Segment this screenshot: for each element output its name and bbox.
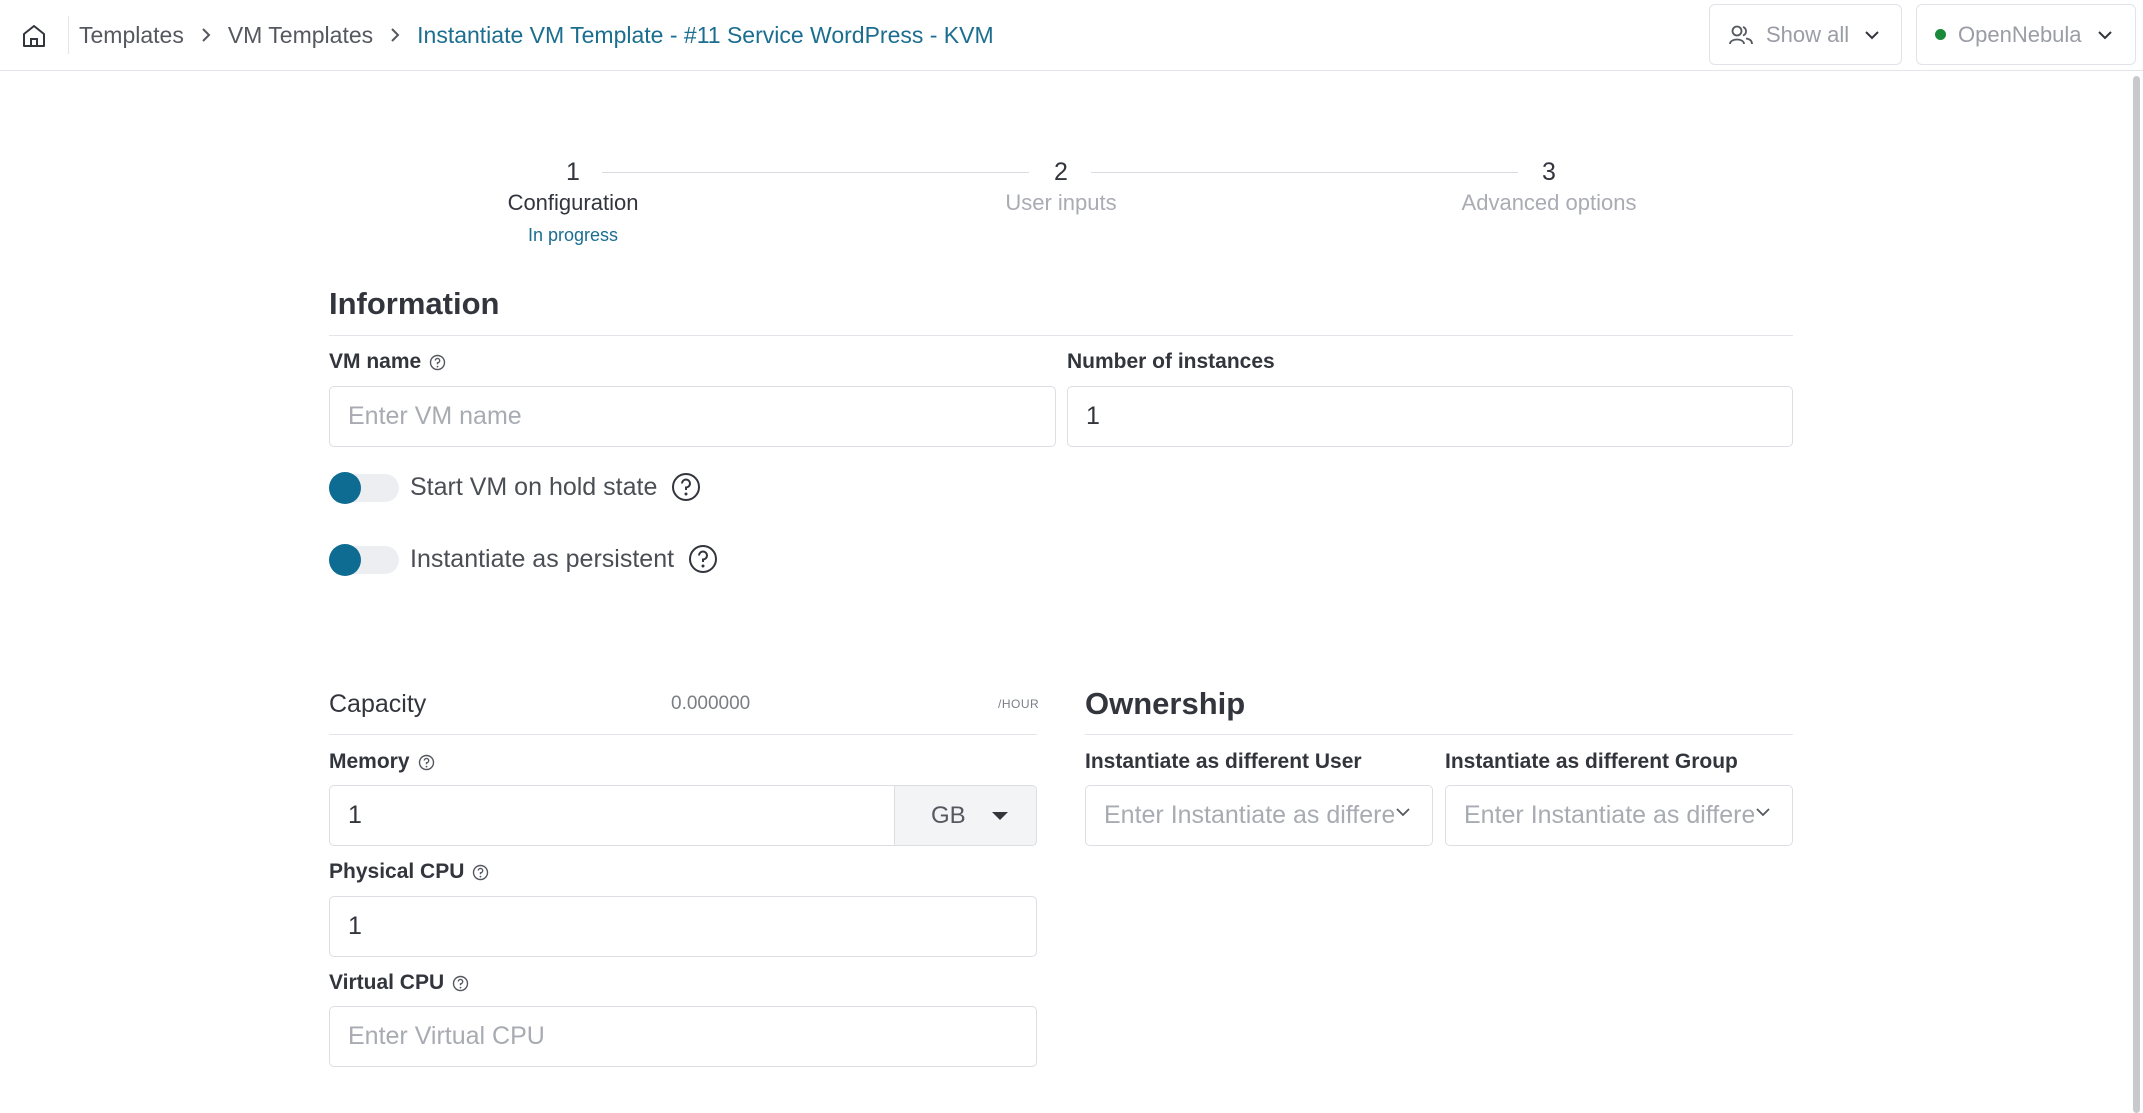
zone-status-dot	[1935, 29, 1946, 40]
chevron-down-icon	[1754, 806, 1772, 818]
step-title: Advanced options	[1461, 190, 1637, 215]
physical-cpu-label: Physical CPU	[329, 860, 489, 884]
top-bar: Templates VM Templates Instantiate VM Te…	[0, 0, 2143, 71]
instances-input[interactable]	[1067, 386, 1793, 447]
hold-state-text: Start VM on hold state	[410, 472, 658, 501]
breadcrumb-vm-templates[interactable]: VM Templates	[228, 22, 373, 49]
information-heading: Information	[329, 286, 500, 321]
memory-unit-value: GB	[931, 801, 966, 829]
physical-cpu-input[interactable]	[329, 896, 1037, 957]
show-all-filter-button[interactable]: Show all	[1709, 4, 1902, 65]
step-title: User inputs	[1005, 190, 1117, 215]
different-group-label: Instantiate as different Group	[1445, 750, 1738, 773]
step-advanced-options[interactable]: 3 Advanced options	[1399, 150, 1699, 216]
hold-state-label: Start VM on hold state	[410, 472, 701, 502]
different-user-label: Instantiate as different User	[1085, 750, 1362, 773]
different-user-placeholder: Enter Instantiate as different User	[1104, 801, 1394, 829]
persistent-text: Instantiate as persistent	[410, 544, 675, 573]
hold-state-toggle[interactable]	[329, 470, 399, 506]
show-all-label: Show all	[1766, 21, 1850, 47]
help-icon[interactable]	[418, 754, 435, 771]
chevron-down-icon	[1863, 29, 1881, 41]
vm-name-label: VM name	[329, 350, 446, 374]
chevron-down-icon	[1394, 806, 1412, 818]
different-group-placeholder: Enter Instantiate as different Group	[1464, 801, 1754, 829]
breadcrumb-templates[interactable]: Templates	[79, 22, 184, 49]
divider	[329, 335, 1793, 336]
chevron-right-icon	[200, 26, 212, 44]
instances-label: Number of instances	[1067, 350, 1275, 373]
ownership-heading: Ownership	[1085, 686, 1246, 721]
zone-label: OpenNebula	[1958, 21, 2082, 47]
zone-selector-button[interactable]: OpenNebula	[1916, 4, 2136, 65]
stepper: 1 Configuration In progress 2 User input…	[329, 150, 1793, 260]
memory-unit-select[interactable]: GB	[895, 785, 1037, 846]
chevron-down-icon	[2096, 29, 2114, 41]
step-number: 1	[566, 158, 580, 186]
step-user-inputs[interactable]: 2 User inputs	[911, 150, 1211, 216]
different-user-select[interactable]: Enter Instantiate as different User	[1085, 785, 1433, 846]
vm-name-label-text: VM name	[329, 350, 422, 373]
capacity-heading: Capacity	[329, 690, 427, 718]
breadcrumb: Templates VM Templates Instantiate VM Te…	[79, 0, 994, 70]
caret-down-icon	[991, 811, 1008, 820]
help-icon[interactable]	[688, 544, 718, 574]
chevron-right-icon	[389, 26, 401, 44]
vm-name-input[interactable]	[329, 386, 1056, 447]
step-number: 3	[1542, 158, 1556, 186]
virtual-cpu-label-text: Virtual CPU	[329, 971, 445, 994]
memory-input[interactable]	[329, 785, 895, 846]
virtual-cpu-label: Virtual CPU	[329, 971, 469, 995]
capacity-cost-unit: /HOUR	[998, 697, 1040, 711]
scrollbar[interactable]	[2133, 76, 2140, 1113]
help-icon[interactable]	[452, 975, 469, 992]
capacity-cost: 0.000000	[671, 693, 751, 714]
breadcrumb-current: Instantiate VM Template - #11 Service Wo…	[417, 21, 994, 48]
help-icon[interactable]	[429, 354, 446, 371]
divider	[68, 16, 69, 54]
divider	[329, 734, 1037, 735]
step-number: 2	[1054, 158, 1068, 186]
help-icon[interactable]	[671, 472, 701, 502]
memory-label-text: Memory	[329, 750, 410, 773]
step-title: Configuration	[507, 190, 639, 215]
step-configuration[interactable]: 1 Configuration In progress	[423, 150, 723, 246]
memory-label: Memory	[329, 750, 435, 774]
persistent-toggle[interactable]	[329, 542, 399, 578]
different-group-select[interactable]: Enter Instantiate as different Group	[1445, 785, 1793, 846]
divider	[1085, 734, 1793, 735]
toggle-knob	[329, 544, 361, 576]
virtual-cpu-input[interactable]	[329, 1006, 1037, 1067]
users-icon	[1728, 23, 1754, 47]
help-icon[interactable]	[472, 864, 489, 881]
persistent-label: Instantiate as persistent	[410, 544, 718, 574]
physical-cpu-label-text: Physical CPU	[329, 860, 465, 883]
toggle-knob	[329, 472, 361, 504]
step-status: In progress	[527, 225, 619, 245]
home-icon[interactable]	[18, 20, 50, 52]
